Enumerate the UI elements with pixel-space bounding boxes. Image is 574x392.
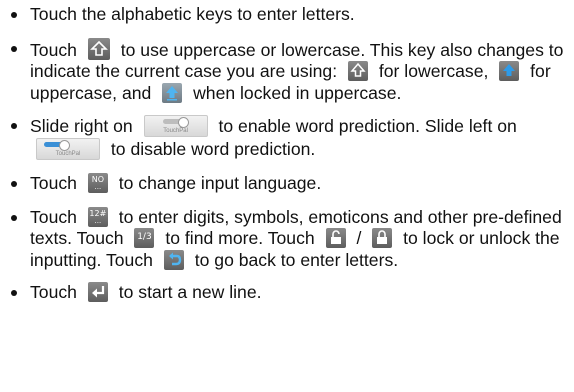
bullet-dot (11, 214, 17, 221)
list-item: Touch to start a new line. (0, 282, 574, 304)
page-key-icon: 1/3 (134, 228, 155, 248)
language-key-dots: ... (94, 183, 102, 191)
back-key-icon (163, 249, 184, 270)
list-item: Touch NO ... to change input language. (0, 173, 574, 195)
bullet-text: Touch the alphabetic keys to enter lette… (30, 4, 355, 24)
bullet-text: for lowercase, (378, 61, 489, 81)
bullet-dot (11, 45, 17, 52)
bullet-text: to disable word prediction. (110, 138, 316, 159)
bullet-dot (11, 123, 17, 129)
shift-locked-icon (162, 82, 183, 103)
bullet-text: Slide right on (30, 116, 133, 136)
symbols-key-icon: 12# ... (87, 206, 108, 227)
lock-key-icon (372, 228, 393, 248)
unlock-key-icon (325, 228, 346, 248)
bullet-text: to change input language. (118, 173, 322, 193)
bullet-text: Touch (30, 173, 77, 193)
bullet-text: / (356, 228, 362, 248)
bullet-text: when locked in uppercase. (193, 82, 402, 103)
shift-uppercase-icon (499, 61, 520, 81)
bullet-text: to go back to enter letters. (194, 249, 399, 270)
toggle-knob (177, 117, 189, 128)
enter-key-icon (87, 282, 108, 302)
bullet-text: to start a new line. (118, 282, 262, 302)
bullet-dot (11, 290, 17, 296)
list-item: Touch 12# ... to enter digits, symbols, … (0, 206, 574, 272)
language-key-icon: NO ... (87, 173, 108, 193)
bullet-list: Touch the alphabetic keys to enter lette… (0, 0, 574, 304)
bullet-dot (11, 12, 17, 18)
bullet-text: Touch (30, 206, 77, 227)
symbols-key-dots: ... (94, 216, 102, 225)
toggle-knob (59, 139, 70, 151)
bullet-dot (11, 181, 17, 187)
touchpal-toggle-on-icon: TouchPal (36, 137, 100, 160)
touchpal-label: TouchPal (55, 150, 81, 157)
bullet-text: to enable word prediction. Slide left on (218, 116, 517, 136)
list-item: Touch the alphabetic keys to enter lette… (0, 0, 574, 26)
shift-lowercase-icon (347, 61, 368, 81)
bullet-text: Touch (30, 39, 77, 60)
list-item: Touch to use uppercase or lowercase. Thi… (0, 37, 574, 105)
shift-key-icon (87, 37, 110, 60)
touchpal-toggle-off-icon: TouchPal (143, 115, 208, 137)
page-key-label: 1/3 (137, 232, 152, 242)
document-page: Touch the alphabetic keys to enter lette… (0, 0, 574, 392)
list-item: Slide right on TouchPal to enable word p… (0, 115, 574, 160)
touchpal-label: TouchPal (163, 128, 188, 134)
bullet-text: Touch (30, 282, 77, 302)
bullet-text: to find more. Touch (165, 228, 315, 248)
